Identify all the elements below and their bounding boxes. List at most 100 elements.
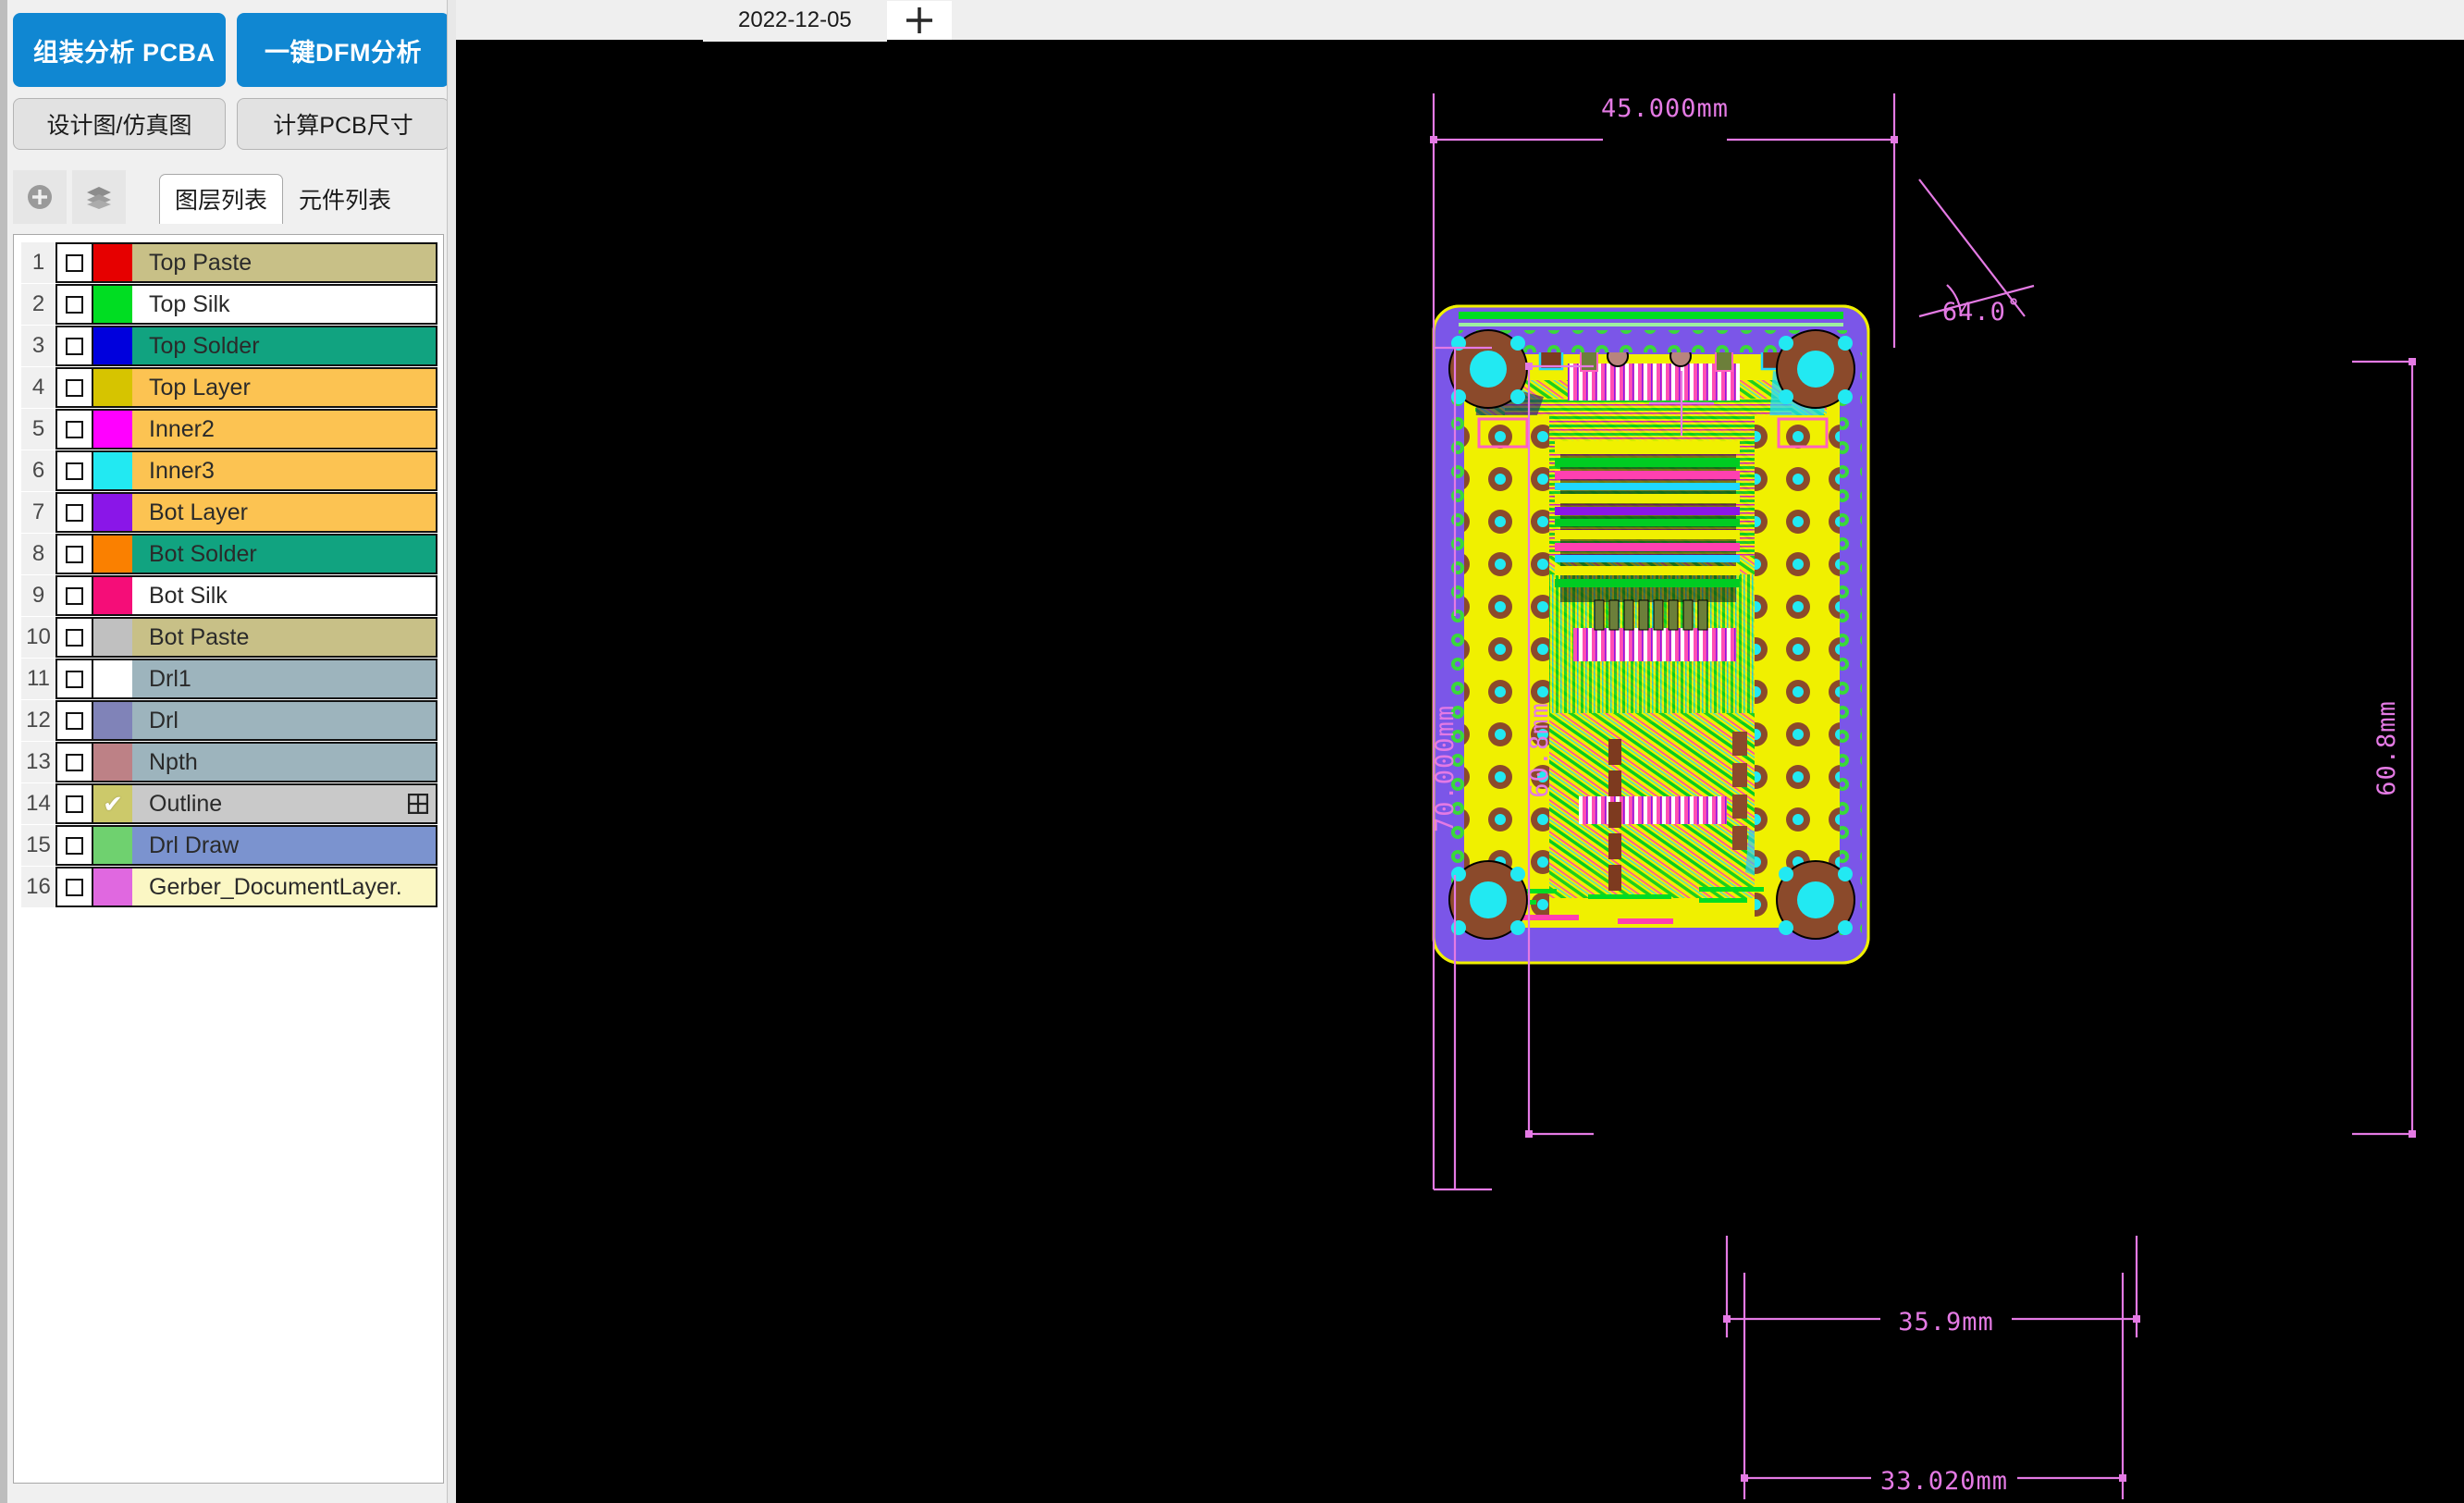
layer-name: Inner3 — [132, 450, 437, 491]
layer-name: Drl1 — [132, 659, 437, 699]
tab-layer-list[interactable]: 图层列表 — [159, 174, 283, 224]
layer-color-swatch[interactable] — [93, 867, 132, 907]
layer-color-swatch[interactable] — [93, 450, 132, 491]
layer-row[interactable]: 5 Inner2 — [21, 409, 437, 450]
layer-name: Bot Solder — [132, 534, 437, 574]
layer-visibility-checkbox[interactable] — [55, 867, 93, 907]
layer-index: 13 — [21, 742, 55, 782]
design-simulation-button[interactable]: 设计图/仿真图 — [13, 98, 226, 150]
layer-row[interactable]: 10 Bot Paste — [21, 617, 437, 658]
layer-index: 9 — [21, 575, 55, 616]
layer-color-swatch[interactable] — [93, 367, 132, 408]
layer-visibility-checkbox[interactable] — [55, 284, 93, 325]
layer-visibility-checkbox[interactable] — [55, 617, 93, 658]
layer-visibility-checkbox[interactable] — [55, 450, 93, 491]
layer-index: 1 — [21, 242, 55, 283]
layer-color-swatch[interactable] — [93, 284, 132, 325]
layer-name: Bot Silk — [132, 575, 437, 616]
checkbox-box — [66, 795, 83, 813]
layer-visibility-checkbox[interactable] — [55, 825, 93, 866]
layer-row[interactable]: 11Drl1 — [21, 659, 437, 699]
layer-row[interactable]: 16Gerber_DocumentLayer. — [21, 867, 437, 907]
assembly-analysis-button[interactable]: 组装分析 PCBA — [13, 13, 226, 87]
layer-name-label: Bot Solder — [149, 541, 257, 568]
layer-row[interactable]: 12 Drl — [21, 700, 437, 741]
layer-color-swatch[interactable] — [93, 575, 132, 616]
layer-color-swatch[interactable] — [93, 659, 132, 699]
layer-row[interactable]: 14✔Outline — [21, 783, 437, 824]
layer-color-swatch[interactable] — [93, 700, 132, 741]
layer-color-swatch[interactable]: ✔ — [93, 783, 132, 824]
layer-row[interactable]: 8 Bot Solder — [21, 534, 437, 574]
gerber-canvas[interactable]: 45.000mm 64.0˚ 70.000mm 60.8mm 60.8mm 35… — [456, 43, 2464, 1503]
layer-index: 12 — [21, 700, 55, 741]
layer-index: 3 — [21, 326, 55, 366]
layer-row[interactable]: 13 Npth — [21, 742, 437, 782]
layer-row[interactable]: 7Bot Layer — [21, 492, 437, 533]
document-tab[interactable]: 2022-12-05 — [703, 0, 887, 42]
layers-stack-icon — [84, 182, 114, 212]
layer-index: 4 — [21, 367, 55, 408]
layer-color-swatch[interactable] — [93, 409, 132, 450]
secondary-button-row: 设计图/仿真图 计算PCB尺寸 — [0, 87, 456, 150]
layer-color-swatch[interactable] — [93, 617, 132, 658]
layer-index: 8 — [21, 534, 55, 574]
layer-index: 15 — [21, 825, 55, 866]
grid-icon[interactable] — [408, 794, 428, 814]
layer-row[interactable]: 4Top Layer — [21, 367, 437, 408]
layer-color-swatch[interactable] — [93, 825, 132, 866]
layer-name: Drl — [132, 700, 437, 741]
layer-color-swatch[interactable] — [93, 326, 132, 366]
layer-row[interactable]: 6Inner3 — [21, 450, 437, 491]
layer-visibility-checkbox[interactable] — [55, 534, 93, 574]
layer-visibility-checkbox[interactable] — [55, 367, 93, 408]
layer-name: Npth — [132, 742, 437, 782]
layer-visibility-checkbox[interactable] — [55, 492, 93, 533]
layer-color-swatch[interactable] — [93, 492, 132, 533]
dimension-bottom-outer: 33.020mm — [1880, 1467, 2008, 1496]
checkbox-box — [66, 629, 83, 647]
checkbox-box — [66, 338, 83, 355]
layer-row[interactable]: 3 Top Solder — [21, 326, 437, 366]
layer-rows: 1 Top Paste 2Top Silk3 Top Solder4Top Layer… — [14, 235, 443, 907]
layer-index: 5 — [21, 409, 55, 450]
layer-name: Drl Draw — [132, 825, 437, 866]
add-layer-button[interactable] — [13, 170, 67, 224]
layer-name: Outline — [132, 783, 437, 824]
layer-name: Top Solder — [132, 326, 437, 366]
layer-color-swatch[interactable] — [93, 242, 132, 283]
panel-toolbar: 图层列表 元件列表 — [0, 165, 456, 224]
layer-color-swatch[interactable] — [93, 742, 132, 782]
layer-visibility-checkbox[interactable] — [55, 783, 93, 824]
checkbox-box — [66, 379, 83, 397]
layer-row[interactable]: 1 Top Paste — [21, 242, 437, 283]
layer-index: 10 — [21, 617, 55, 658]
layer-visibility-checkbox[interactable] — [55, 409, 93, 450]
tab-component-list[interactable]: 元件列表 — [283, 174, 407, 224]
layer-color-swatch[interactable] — [93, 534, 132, 574]
layer-row[interactable]: 9 Bot Silk — [21, 575, 437, 616]
dimension-angle: 64.0˚ — [1942, 298, 2022, 326]
layer-visibility-checkbox[interactable] — [55, 700, 93, 741]
layer-name: Bot Paste — [132, 617, 437, 658]
dimension-right-height: 60.8mm — [2372, 700, 2401, 796]
layer-visibility-checkbox[interactable] — [55, 326, 93, 366]
layers-toggle-button[interactable] — [72, 170, 126, 224]
layer-name-label: Bot Silk — [149, 583, 228, 610]
layer-visibility-checkbox[interactable] — [55, 242, 93, 283]
dfm-analysis-button[interactable]: 一键DFM分析 — [237, 13, 450, 87]
primary-button-row: 组装分析 PCBA 一键DFM分析 — [0, 0, 456, 87]
checkbox-box — [66, 296, 83, 314]
layer-list-panel[interactable]: 1 Top Paste 2Top Silk3 Top Solder4Top Layer… — [13, 234, 444, 1484]
layer-row[interactable]: 2Top Silk — [21, 284, 437, 325]
layer-row[interactable]: 15 Drl Draw — [21, 825, 437, 866]
layer-visibility-checkbox[interactable] — [55, 575, 93, 616]
calculate-pcb-size-button[interactable]: 计算PCB尺寸 — [237, 98, 450, 150]
layer-name: Inner2 — [132, 409, 437, 450]
layer-visibility-checkbox[interactable] — [55, 659, 93, 699]
dimension-left-outer: 70.000mm — [1431, 705, 1460, 832]
app-root: 组装分析 PCBA 一键DFM分析 设计图/仿真图 计算PCB尺寸 — [0, 0, 2464, 1503]
new-tab-button[interactable] — [887, 1, 952, 40]
layer-visibility-checkbox[interactable] — [55, 742, 93, 782]
layer-name-label: Top Paste — [149, 250, 252, 277]
